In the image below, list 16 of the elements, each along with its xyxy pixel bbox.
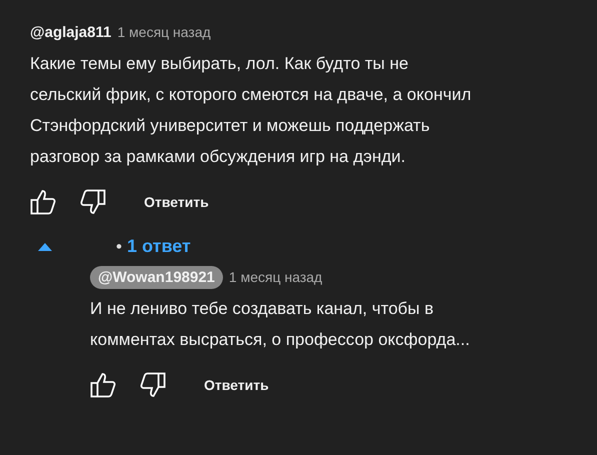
comment-text: Какие темы ему выбирать, лол. Как будто ты не сельский фрик, с которого смеются на дваче, а окончил Стэнфордский университет и можешь поддержать разговор за рамками обсуждения игр на дэнди.	[30, 53, 472, 168]
dislike-button[interactable]	[138, 372, 166, 398]
thumbs-down-icon	[138, 372, 166, 398]
reply-button[interactable]: Ответить	[204, 377, 269, 393]
thumbs-down-icon	[78, 189, 106, 215]
comment-text: И не лениво тебе создавать канал, чтобы в комментах высраться, о профессор оксфорда...	[90, 298, 471, 351]
like-button[interactable]	[90, 372, 118, 398]
thumbs-up-icon	[90, 372, 118, 398]
comment-author[interactable]: @aglaja811	[30, 24, 112, 40]
comment-time: 1 месяц назад	[228, 269, 322, 285]
comment-time: 1 месяц назад	[117, 24, 211, 40]
like-button[interactable]	[30, 189, 58, 215]
thumbs-up-icon	[30, 189, 58, 215]
dislike-button[interactable]	[78, 189, 106, 215]
replies-toggle[interactable]: • 1 ответ	[38, 236, 191, 257]
reply-button[interactable]: Ответить	[144, 194, 209, 210]
